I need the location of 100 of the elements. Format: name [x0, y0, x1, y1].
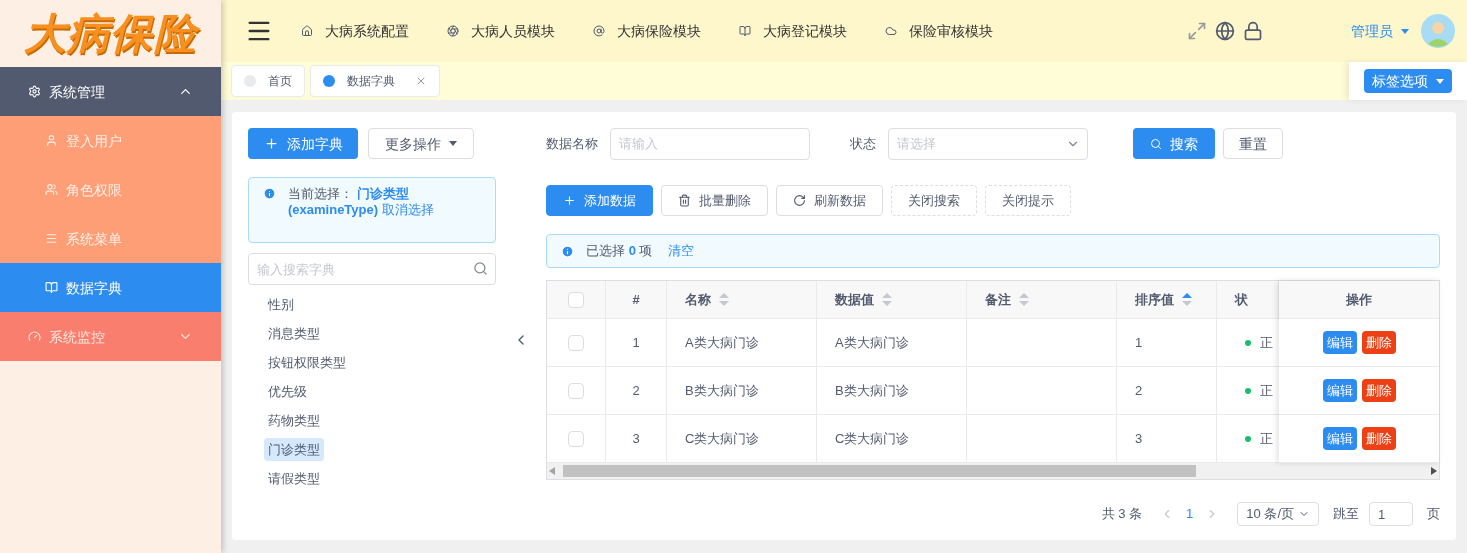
caret-icon	[449, 141, 457, 146]
tab[interactable]: 首页	[231, 65, 305, 97]
page-number[interactable]: 1	[1186, 504, 1194, 524]
sort-icon[interactable]	[882, 293, 892, 306]
edit-button[interactable]: 编辑	[1322, 427, 1357, 450]
checkbox[interactable]	[568, 430, 584, 447]
gauge-icon	[28, 330, 41, 343]
sort-icon[interactable]	[719, 293, 729, 306]
column-header: 状	[1235, 290, 1248, 309]
add-dictionary-button[interactable]: 添加字典	[248, 128, 358, 159]
list-icon	[45, 232, 58, 245]
status-text: 正	[1260, 429, 1273, 448]
tree-item[interactable]: 门诊类型	[264, 438, 324, 461]
nav-link[interactable]: 大病人员模块	[447, 21, 555, 41]
caret-icon	[1436, 78, 1444, 84]
page-size-select[interactable]: 10 条/页	[1237, 502, 1319, 526]
edit-button[interactable]: 编辑	[1322, 379, 1357, 402]
status-text: 正	[1260, 333, 1273, 352]
clear-link[interactable]: 清空	[668, 241, 695, 261]
tree-item[interactable]: 优先级	[264, 380, 311, 403]
scroll-left-icon[interactable]	[549, 467, 555, 475]
avatar[interactable]	[1421, 14, 1455, 48]
column-header-cell[interactable]: #	[606, 281, 667, 318]
tree-item[interactable]: 按钮权限类型	[264, 351, 350, 374]
users-icon	[45, 183, 58, 196]
info-icon	[561, 244, 574, 258]
table-cell-text: A类大病门诊	[685, 333, 759, 352]
search-button[interactable]: 搜索	[1133, 128, 1215, 159]
table-cell-text: 2	[1135, 381, 1143, 400]
toolbar-button[interactable]: 刷新数据	[776, 185, 883, 216]
total-count: 共 3 条	[1101, 505, 1143, 524]
search-icon[interactable]	[473, 261, 488, 276]
tree-item[interactable]: 性别	[264, 293, 298, 316]
jump-label: 跳至	[1333, 505, 1359, 524]
column-header: 排序值	[1135, 290, 1174, 309]
toolbar-button[interactable]: 关闭搜索	[891, 185, 977, 216]
delete-button[interactable]: 删除	[1361, 379, 1396, 402]
table-cell-text: 3	[1135, 429, 1143, 448]
table-cell-text: C类大病门诊	[685, 429, 760, 448]
table-cell-text: B类大病门诊	[685, 381, 759, 400]
tree-item[interactable]: 消息类型	[264, 322, 324, 345]
info-icon	[263, 187, 276, 200]
sort-icon[interactable]	[1182, 293, 1192, 306]
nav-link[interactable]: 大病系统配置	[301, 21, 409, 41]
scrollbar-thumb[interactable]	[563, 465, 1196, 477]
refresh-icon	[793, 194, 806, 207]
toolbar-button[interactable]: 关闭提示	[985, 185, 1071, 216]
globe-icon[interactable]	[1215, 21, 1235, 41]
delete-button[interactable]: 删除	[1361, 331, 1396, 354]
checkbox[interactable]	[568, 334, 584, 351]
aperture-icon	[447, 25, 459, 37]
scroll-right-icon[interactable]	[1431, 467, 1437, 475]
nav-link[interactable]: 大病登记模块	[739, 21, 847, 41]
nav-link[interactable]: 大病保险模块	[593, 21, 701, 41]
lock-icon[interactable]	[1243, 21, 1263, 41]
column-header-cell[interactable]: 排序值	[1117, 281, 1217, 318]
tab-options-button[interactable]: 标签选项	[1364, 69, 1452, 93]
reset-button[interactable]: 重置	[1223, 128, 1283, 159]
page-jump-field[interactable]: 1	[1369, 502, 1413, 526]
delete-button[interactable]: 删除	[1361, 427, 1396, 450]
nav-link[interactable]: 保险审核模块	[885, 21, 993, 41]
close-icon[interactable]	[415, 75, 427, 87]
table-cell-text: C类大病门诊	[835, 429, 910, 448]
status-text: 正	[1260, 381, 1273, 400]
at-sign-icon	[593, 25, 605, 37]
column-header: 数据值	[835, 290, 874, 309]
tree-item[interactable]: 药物类型	[264, 409, 324, 432]
selection-count-text: 已选择 0 项	[586, 242, 653, 261]
edit-button[interactable]: 编辑	[1322, 331, 1357, 354]
user-icon	[45, 134, 58, 147]
plus-icon	[563, 194, 576, 207]
column-header: 操作	[1346, 290, 1372, 309]
toolbar-button[interactable]: 添加数据	[546, 185, 653, 216]
page-suffix: 页	[1427, 505, 1440, 524]
column-header-cell[interactable]: 名称	[667, 281, 817, 318]
tab[interactable]: 数据字典	[310, 65, 440, 97]
column-header-cell[interactable]: 备注	[967, 281, 1117, 318]
table-cell-text: 1	[632, 333, 640, 352]
checkbox[interactable]	[568, 382, 584, 399]
field-label: 状态	[850, 134, 876, 153]
cloud-icon	[885, 25, 897, 37]
table-cell-text: B类大病门诊	[835, 381, 909, 400]
field-label: 数据名称	[546, 134, 598, 153]
book-icon	[739, 25, 751, 37]
plus-icon	[263, 136, 279, 151]
search-icon	[1150, 137, 1162, 150]
column-header: 名称	[685, 290, 711, 309]
tree-item[interactable]: 请假类型	[264, 467, 324, 490]
menu-item[interactable]: 数据字典	[0, 263, 221, 312]
checkbox[interactable]	[568, 291, 584, 308]
sort-icon[interactable]	[1019, 293, 1029, 306]
more-actions-button[interactable]: 更多操作	[368, 128, 474, 159]
menu-group[interactable]: 系统管理	[0, 67, 221, 116]
fullscreen-icon[interactable]	[1187, 21, 1207, 41]
trash-icon	[678, 194, 691, 207]
column-header-cell[interactable]: 数据值	[817, 281, 967, 318]
toolbar-button[interactable]: 批量删除	[661, 185, 768, 216]
column-header: #	[632, 290, 640, 309]
table-cell-text: A类大病门诊	[835, 333, 909, 352]
table-cell-text: 1	[1135, 333, 1143, 352]
